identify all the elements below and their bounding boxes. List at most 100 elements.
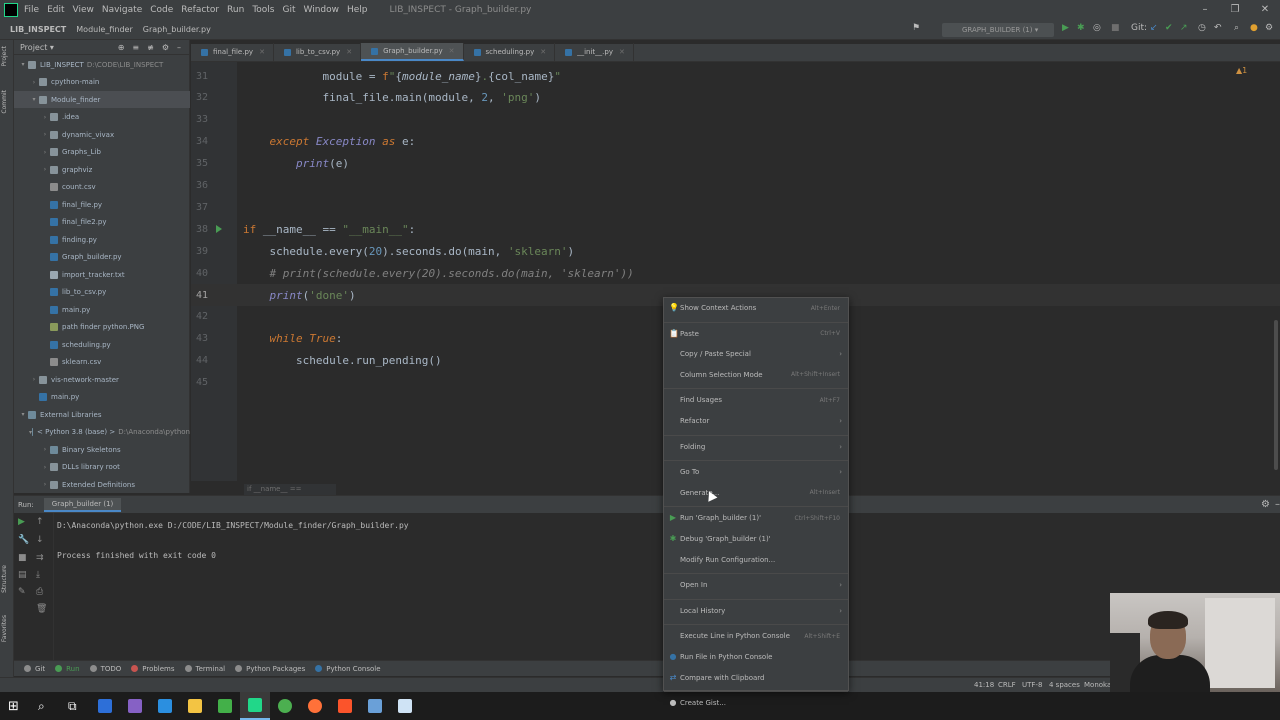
tree-item[interactable]: › graphviz <box>14 161 190 178</box>
breadcrumb-project[interactable]: LIB_INSPECT <box>10 25 66 34</box>
settings-icon[interactable]: ⚙ <box>1265 23 1273 33</box>
tree-item[interactable]: › Extended Definitions <box>14 476 190 493</box>
context-menu-item[interactable]: Column Selection Mode Alt+Shift+Insert <box>664 366 848 384</box>
context-menu-item[interactable]: Refactor › <box>664 412 848 430</box>
tree-item[interactable]: sklearn.csv <box>14 354 190 371</box>
run-configuration-select[interactable]: GRAPH_BUILDER (1) ▾ <box>942 23 1054 37</box>
print-icon[interactable]: ⎙ <box>36 587 43 597</box>
run-icon[interactable]: ▶ <box>1062 23 1069 33</box>
bottom-tab-run[interactable]: Run <box>55 665 80 673</box>
close-tab-icon[interactable]: ✕ <box>346 48 352 56</box>
expand-arrow-icon[interactable]: › <box>40 464 50 471</box>
color-scheme[interactable]: Monokai <box>1084 681 1113 689</box>
rollback-icon[interactable]: ↶ <box>1214 23 1222 33</box>
menu-view[interactable]: View <box>73 5 94 15</box>
run-tab[interactable]: Graph_builder (1) <box>43 497 122 512</box>
scroll-up-icon[interactable]: ↑ <box>36 517 44 527</box>
context-menu-item[interactable]: Copy / Paste Special › <box>664 345 848 363</box>
run-gutter-icon[interactable] <box>216 225 222 234</box>
vscode-icon[interactable] <box>150 692 180 720</box>
editor-tab[interactable]: Graph_builder.py ✕ <box>361 43 464 61</box>
git-push-icon[interactable]: ↗ <box>1180 23 1188 33</box>
expand-arrow-icon[interactable]: › <box>40 149 50 156</box>
code-line[interactable]: 35 print(e) <box>191 153 1280 175</box>
menu-edit[interactable]: Edit <box>47 5 64 15</box>
breadcrumb-folder[interactable]: Module_finder <box>76 25 133 34</box>
run-console-output[interactable]: D:\Anaconda\python.exe D:/CODE/LIB_INSPE… <box>57 518 409 563</box>
wrench-icon[interactable]: 🔧 <box>18 535 29 545</box>
tree-item[interactable]: › dynamic_vivax <box>14 126 190 143</box>
tree-item[interactable]: finding.py <box>14 231 190 248</box>
expand-arrow-icon[interactable]: › <box>40 446 50 453</box>
code-line[interactable]: 37 <box>191 196 1280 218</box>
context-menu-item[interactable]: 💡 Show Context Actions Alt+Enter <box>664 299 848 317</box>
coverage-icon[interactable]: ◎ <box>1093 23 1101 33</box>
code-line[interactable]: 31 module = f"{module_name}.{col_name}" <box>191 65 1280 87</box>
brave-icon[interactable] <box>330 692 360 720</box>
tree-item[interactable]: ▾ External Libraries <box>14 406 190 423</box>
expand-arrow-icon[interactable]: ▾ <box>18 411 28 418</box>
notepad-icon[interactable] <box>390 692 420 720</box>
pin-icon[interactable]: ✎ <box>18 587 26 597</box>
pycharm-icon[interactable] <box>240 692 270 720</box>
app-icon[interactable] <box>90 692 120 720</box>
expand-arrow-icon[interactable]: › <box>40 166 50 173</box>
commit-tool-icon[interactable]: Commit <box>1 90 8 114</box>
context-menu-item[interactable]: Execute Line in Python Console Alt+Shift+… <box>664 627 848 645</box>
trash-icon[interactable]: 🗑 <box>36 604 47 614</box>
windows-start-icon[interactable]: ⊞ <box>0 692 30 720</box>
app2-icon[interactable] <box>360 692 390 720</box>
bottom-tab-todo[interactable]: TODO <box>89 665 121 673</box>
expand-arrow-icon[interactable]: › <box>40 481 50 488</box>
context-menu-item[interactable]: ● Create Gist... <box>664 694 848 712</box>
editor-scrollbar[interactable] <box>1274 320 1278 470</box>
context-menu-item[interactable]: ✱ Debug 'Graph_builder (1)' <box>664 530 848 548</box>
tree-item[interactable]: final_file.py <box>14 196 190 213</box>
chrome-icon[interactable] <box>270 692 300 720</box>
breadcrumb-file[interactable]: Graph_builder.py <box>143 25 211 34</box>
gear-icon[interactable]: ⚙ <box>1261 499 1270 510</box>
menu-git[interactable]: Git <box>282 5 295 15</box>
expand-all-icon[interactable]: ≡ <box>132 43 139 52</box>
tree-item[interactable]: import_tracker.txt <box>14 266 190 283</box>
structure-tool-icon[interactable]: Structure <box>1 565 8 593</box>
tree-item[interactable]: final_file2.py <box>14 214 190 231</box>
close-tab-icon[interactable]: ✕ <box>540 48 546 56</box>
context-menu-item[interactable]: ⇄ Compare with Clipboard <box>664 669 848 687</box>
hide-icon[interactable]: – <box>177 43 181 52</box>
code-line[interactable]: 36 <box>191 175 1280 197</box>
context-menu-item[interactable]: Generate... Alt+Insert <box>664 484 848 502</box>
firefox-icon[interactable] <box>300 692 330 720</box>
expand-arrow-icon[interactable]: › <box>29 79 39 86</box>
rerun-icon[interactable]: ▶ <box>18 517 25 527</box>
context-menu-item[interactable]: ▶ Run 'Graph_builder (1)' Ctrl+Shift+F10 <box>664 509 848 527</box>
menu-window[interactable]: Window <box>304 5 340 15</box>
bottom-tab-python-packages[interactable]: Python Packages <box>235 665 305 673</box>
task-view-icon[interactable]: ⧉ <box>60 692 90 720</box>
context-menu-item[interactable]: Go To › <box>664 463 848 481</box>
bottom-tab-terminal[interactable]: Terminal <box>184 665 225 673</box>
code-line[interactable]: 38 if __name__ == "__main__": <box>191 218 1280 240</box>
git-update-icon[interactable]: ↙ <box>1150 23 1158 33</box>
indent-setting[interactable]: 4 spaces <box>1049 681 1080 689</box>
editor-tab[interactable]: lib_to_csv.py ✕ <box>274 43 362 61</box>
context-menu-item[interactable]: Find Usages Alt+F7 <box>664 391 848 409</box>
context-menu-item[interactable]: Modify Run Configuration... <box>664 551 848 569</box>
expand-arrow-icon[interactable]: › <box>40 131 50 138</box>
menu-code[interactable]: Code <box>150 5 173 15</box>
anaconda-icon[interactable] <box>210 692 240 720</box>
code-line[interactable]: 40 # print(schedule.every(20).seconds.do… <box>191 262 1280 284</box>
menu-file[interactable]: File <box>24 5 39 15</box>
close-tab-icon[interactable]: ✕ <box>449 47 455 55</box>
tree-item[interactable]: main.py <box>14 389 190 406</box>
code-line[interactable]: 33 <box>191 109 1280 131</box>
visual-studio-icon[interactable] <box>120 692 150 720</box>
collapse-all-icon[interactable]: ≢ <box>147 43 154 52</box>
tree-item[interactable]: main.py <box>14 301 190 318</box>
context-menu-item[interactable]: Local History › <box>664 602 848 620</box>
tree-item[interactable]: scheduling.py <box>14 336 190 353</box>
maximize-icon[interactable]: ❐ <box>1220 0 1250 20</box>
expand-arrow-icon[interactable]: › <box>40 114 50 121</box>
tree-item[interactable]: › .idea <box>14 109 190 126</box>
inspection-warning-badge[interactable]: ▲1 <box>1236 66 1247 75</box>
